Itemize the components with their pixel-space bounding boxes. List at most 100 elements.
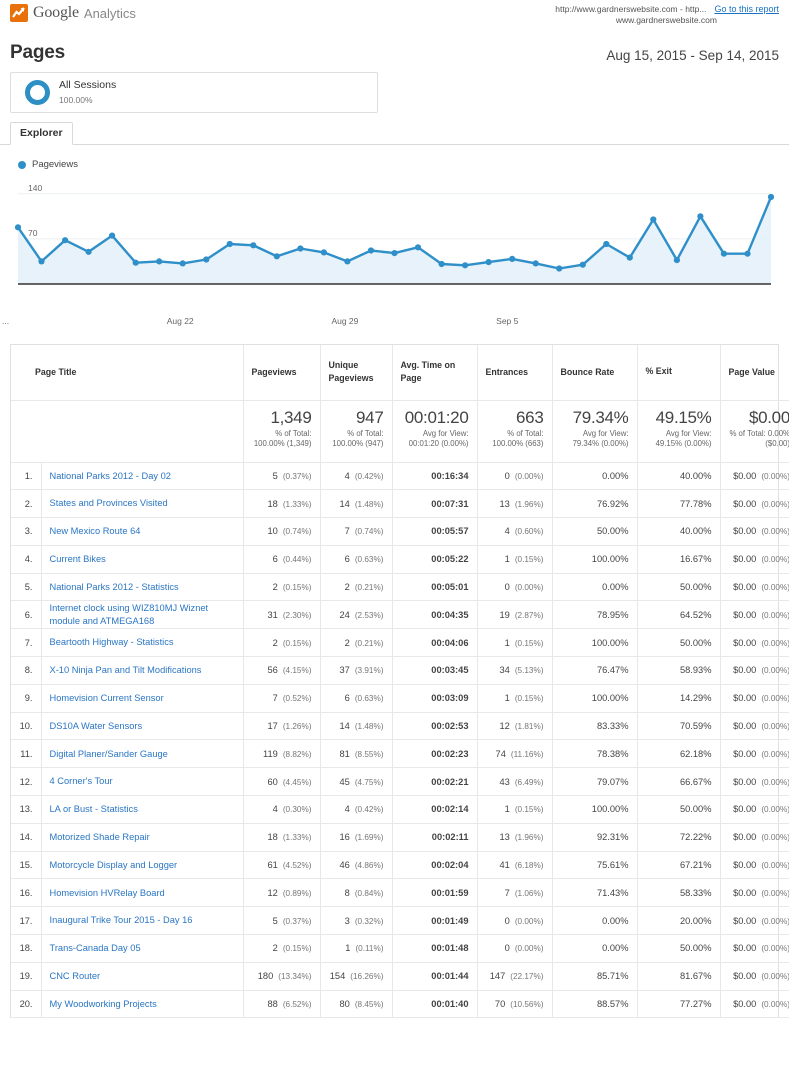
table-row[interactable]: 14. Motorized Shade Repair 18 (1.33%) 16 (1.6…	[11, 823, 789, 852]
date-range-label[interactable]: Aug 15, 2015 - Sep 14, 2015	[606, 48, 779, 63]
column-header-page-title[interactable]: Page Title	[11, 345, 244, 401]
page-title-link[interactable]: States and Provinces Visited	[50, 497, 168, 510]
row-index: 3.	[11, 517, 42, 546]
row-page-title[interactable]: LA or Bust - Statistics	[41, 795, 244, 824]
page-title-link[interactable]: DS10A Water Sensors	[50, 720, 143, 733]
page-title-link[interactable]: CNC Router	[50, 970, 101, 983]
row-page-title[interactable]: Inaugural Trike Tour 2015 - Day 16	[41, 906, 244, 936]
x-axis-tick-aug-29: Aug 29	[331, 316, 359, 326]
y-axis-tick-140: 140	[28, 182, 43, 193]
column-header-pageviews[interactable]: Pageviews	[243, 345, 321, 401]
column-header-unique-pageviews[interactable]: Unique Pageviews	[320, 345, 393, 401]
go-to-this-report-link[interactable]: Go to this report	[714, 4, 779, 15]
page-title-link[interactable]: LA or Bust - Statistics	[50, 803, 138, 816]
row-page-title[interactable]: X-10 Ninja Pan and Tilt Modifications	[41, 656, 244, 685]
table-row[interactable]: 3. New Mexico Route 64 10 (0.74%) 7 (0.74%) 00…	[11, 517, 789, 546]
page-title-link[interactable]: Motorcycle Display and Logger	[50, 859, 178, 872]
row-exit: 20.00%	[637, 906, 721, 936]
page-title-link[interactable]: National Parks 2012 - Statistics	[50, 581, 179, 594]
table-row[interactable]: 2. States and Provinces Visited 18 (1.33%) 1…	[11, 489, 789, 519]
row-page-title[interactable]: National Parks 2012 - Day 02	[41, 462, 244, 491]
row-page-title[interactable]: Beartooth Highway - Statistics	[41, 628, 244, 658]
row-unique-pageviews: 16 (1.69%)	[320, 823, 393, 852]
table-row[interactable]: 11. Digital Planer/Sander Gauge 119 (8.82%)…	[11, 739, 789, 769]
row-bounce-rate: 78.95%	[552, 600, 638, 630]
row-bounce-rate: 76.92%	[552, 489, 638, 519]
column-header-exit[interactable]: % Exit	[637, 345, 721, 401]
row-pageviews: 60 (4.45%)	[243, 767, 321, 797]
row-page-title[interactable]: States and Provinces Visited	[41, 489, 244, 519]
row-avg-time-on-page: 00:01:59	[392, 878, 478, 908]
page-title-link[interactable]: National Parks 2012 - Day 02	[50, 470, 171, 483]
table-row[interactable]: 19. CNC Router 180 (13.34%) 154 (16.26%) 00:01…	[11, 962, 789, 991]
legend-label-pageviews[interactable]: Pageviews	[32, 159, 78, 170]
row-pageviews: 180 (13.34%)	[243, 962, 321, 991]
page-title-link[interactable]: 4 Corner's Tour	[50, 775, 113, 788]
row-entrances: 13 (1.96%)	[477, 489, 553, 519]
table-row[interactable]: 1. National Parks 2012 - Day 02 5 (0.37%) 4(…	[11, 462, 789, 491]
row-page-title[interactable]: My Woodworking Projects	[41, 990, 244, 1019]
row-index: 7.	[11, 628, 42, 658]
tab-explorer[interactable]: Explorer	[10, 122, 73, 145]
row-page-title[interactable]: Internet clock using WIZ810MJ Wiznet mod…	[41, 600, 244, 630]
row-index: 16.	[11, 878, 42, 908]
table-row[interactable]: 16. Homevision HVRelay Board 12 (0.89%) 8 (0.…	[11, 878, 789, 908]
row-avg-time-on-page: 00:07:31	[392, 489, 478, 519]
table-row[interactable]: 13. LA or Bust - Statistics 4 (0.30%) 4 (0.42…	[11, 795, 789, 824]
row-page-title[interactable]: Motorcycle Display and Logger	[41, 851, 244, 880]
page-title-link[interactable]: Beartooth Highway - Statistics	[50, 636, 174, 649]
column-header-entrances[interactable]: Entrances	[477, 345, 553, 401]
row-entrances: 1 (0.15%)	[477, 795, 553, 824]
summary-avg-time: 00:01:20 Avg for View: 00:01:20 (0.00%)	[392, 400, 478, 463]
page-title-link[interactable]: Inaugural Trike Tour 2015 - Day 16	[50, 914, 193, 927]
row-page-title[interactable]: Motorized Shade Repair	[41, 823, 244, 852]
page-title-link[interactable]: Internet clock using WIZ810MJ Wiznet mod…	[50, 602, 235, 627]
row-page-title[interactable]: 4 Corner's Tour	[41, 767, 244, 797]
page-title-link[interactable]: Homevision HVRelay Board	[50, 887, 165, 900]
column-header-bounce-rate[interactable]: Bounce Rate	[552, 345, 638, 401]
chart-plot-area[interactable]	[10, 178, 779, 288]
table-row[interactable]: 4. Current Bikes 6 (0.44%) 6 (0.63%) 00:05:22 1…	[11, 545, 789, 574]
row-page-title[interactable]: National Parks 2012 - Statistics	[41, 573, 244, 602]
page-title-link[interactable]: Trans-Canada Day 05	[50, 942, 141, 955]
row-page-title[interactable]: Homevision Current Sensor	[41, 684, 244, 713]
row-page-title[interactable]: Homevision HVRelay Board	[41, 878, 244, 908]
row-page-title[interactable]: DS10A Water Sensors	[41, 712, 244, 741]
page-title-link[interactable]: Homevision Current Sensor	[50, 692, 164, 705]
row-pageviews: 5 (0.37%)	[243, 906, 321, 936]
row-page-title[interactable]: CNC Router	[41, 962, 244, 991]
page-title-link[interactable]: Digital Planer/Sander Gauge	[50, 748, 168, 761]
row-entrances: 34 (5.13%)	[477, 656, 553, 685]
table-row[interactable]: 7. Beartooth Highway - Statistics 2 (0.15%)…	[11, 628, 789, 658]
table-row[interactable]: 12. 4 Corner's Tour 60 (4.45%) 45 (4.75%) 00:0…	[11, 767, 789, 797]
row-unique-pageviews: 4 (0.42%)	[320, 795, 393, 824]
row-unique-pageviews: 7 (0.74%)	[320, 517, 393, 546]
table-row[interactable]: 9. Homevision Current Sensor 7 (0.52%) 6 (0.6…	[11, 684, 789, 713]
column-header-page-value[interactable]: Page Value	[720, 345, 789, 401]
page-title-link[interactable]: X-10 Ninja Pan and Tilt Modifications	[50, 664, 202, 677]
table-row[interactable]: 8. X-10 Ninja Pan and Tilt Modifications 5…	[11, 656, 789, 685]
table-row[interactable]: 10. DS10A Water Sensors 17 (1.26%) 14 (1.48%)…	[11, 712, 789, 741]
row-exit: 64.52%	[637, 600, 721, 630]
segment-all-sessions[interactable]: All Sessions 100.00%	[10, 72, 378, 113]
page-title-link[interactable]: New Mexico Route 64	[50, 525, 141, 538]
row-page-title[interactable]: Current Bikes	[41, 545, 244, 574]
column-header-avg-time-on-page[interactable]: Avg. Time on Page	[392, 345, 478, 401]
page-title-link[interactable]: Current Bikes	[50, 553, 106, 566]
row-exit: 66.67%	[637, 767, 721, 797]
row-pageviews: 88 (6.52%)	[243, 990, 321, 1019]
row-page-title[interactable]: Trans-Canada Day 05	[41, 934, 244, 963]
row-entrances: 0 (0.00%)	[477, 573, 553, 602]
table-row[interactable]: 6. Internet clock using WIZ810MJ Wiznet m…	[11, 600, 789, 630]
table-row[interactable]: 20. My Woodworking Projects 88 (6.52%) 80 (8.…	[11, 990, 789, 1019]
row-page-title[interactable]: Digital Planer/Sander Gauge	[41, 739, 244, 769]
page-title-link[interactable]: Motorized Shade Repair	[50, 831, 150, 844]
table-row[interactable]: 18. Trans-Canada Day 05 2 (0.15%) 1 (0.11%) 00…	[11, 934, 789, 963]
row-entrances: 0 (0.00%)	[477, 462, 553, 491]
row-unique-pageviews: 14 (1.48%)	[320, 712, 393, 741]
table-row[interactable]: 17. Inaugural Trike Tour 2015 - Day 16 5 (0…	[11, 906, 789, 936]
table-row[interactable]: 15. Motorcycle Display and Logger 61 (4.52%…	[11, 851, 789, 880]
row-page-title[interactable]: New Mexico Route 64	[41, 517, 244, 546]
table-row[interactable]: 5. National Parks 2012 - Statistics 2 (0.15…	[11, 573, 789, 602]
page-title-link[interactable]: My Woodworking Projects	[50, 998, 157, 1011]
